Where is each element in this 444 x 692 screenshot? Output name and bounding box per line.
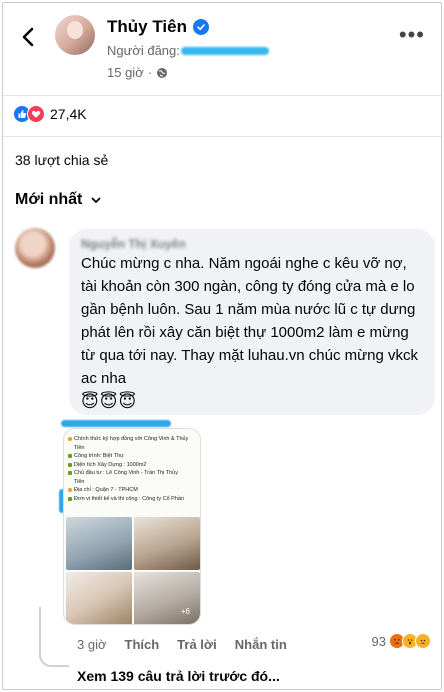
poster-label: Người đăng: — [107, 43, 180, 58]
image-announcement: Chính thức ký hợp đồng với Công Vinh & T… — [64, 429, 200, 517]
author-name[interactable]: Thủy Tiên — [107, 17, 187, 37]
photo-tile — [134, 517, 200, 570]
photo-tile — [66, 517, 132, 570]
comment-body: Chúc mừng c nha. Năm ngoái nghe c kêu vỡ… — [81, 255, 419, 387]
post-reactions[interactable]: 27,4K — [13, 105, 87, 123]
image-line: Chủ đầu tư : Lê Công Vinh - Trần Thị Thủ… — [74, 470, 178, 476]
reactions-divider — [3, 136, 441, 137]
comment-reactions[interactable]: 93 — [372, 633, 431, 649]
comment-text: Chúc mừng c nha. Năm ngoái nghe c kêu vỡ… — [81, 252, 423, 414]
post-meta: 15 giờ · — [107, 65, 168, 80]
image-line: Công trình: Biệt Thự — [74, 453, 124, 459]
reply-thread-line — [39, 607, 69, 667]
image-line: Chính thức ký hợp đồng với Công Vinh & T… — [74, 436, 189, 442]
reply-button[interactable]: Trả lời — [177, 637, 217, 652]
commenter-avatar[interactable] — [15, 228, 55, 268]
comment-sort-dropdown[interactable]: Mới nhất — [15, 191, 102, 209]
verified-badge-icon — [192, 19, 209, 35]
redacted-poster-name — [181, 47, 269, 55]
comment-emojis: 😇😇😇 — [81, 392, 138, 411]
comment-image[interactable]: Chính thức ký hợp đồng với Công Vinh & T… — [63, 428, 201, 625]
image-line: Diện tích Xây Dựng : 1000m2 — [74, 461, 147, 468]
comment-time[interactable]: 3 giờ — [77, 637, 107, 652]
message-button[interactable]: Nhắn tin — [235, 637, 287, 652]
reaction-count: 27,4K — [50, 106, 87, 122]
view-previous-replies-link[interactable]: Xem 139 câu trả lời trước đó... — [77, 668, 280, 684]
chevron-down-icon — [91, 197, 101, 203]
author-avatar[interactable] — [55, 15, 95, 55]
love-reaction-icon — [27, 105, 45, 123]
separator-dot: · — [147, 65, 153, 80]
image-line: Tiên — [74, 444, 85, 451]
post-screen: Thủy Tiên Người đăng: 15 giờ · ••• 27,4K… — [2, 2, 442, 690]
globe-icon — [157, 67, 168, 78]
image-line: Tiên — [74, 478, 85, 485]
blue-scribble-mark — [61, 420, 171, 427]
like-button[interactable]: Thích — [125, 637, 160, 652]
back-arrow-icon[interactable] — [17, 25, 41, 49]
comment-reaction-count: 93 — [371, 633, 386, 649]
author-name-row: Thủy Tiên — [107, 17, 209, 37]
image-line: Đơn vị thiết kế và thi công : Công ty Cổ… — [74, 495, 184, 502]
photo-tile — [66, 572, 132, 624]
image-line: Địa chỉ : Quận 7 - TPHCM — [74, 487, 138, 493]
sort-label: Mới nhất — [15, 191, 83, 208]
share-count[interactable]: 38 lượt chia sẻ — [15, 152, 108, 168]
photo-tile — [134, 572, 200, 624]
commenter-name[interactable]: Nguyễn Thị Xuyên — [81, 237, 423, 251]
header-divider — [3, 95, 441, 96]
comment-actions: 3 giờ Thích Trả lời Nhắn tin — [77, 637, 287, 652]
sad-reaction-icon — [415, 633, 431, 649]
more-photos-count: +6 — [180, 607, 190, 616]
comment-bubble: Nguyễn Thị Xuyên Chúc mừng c nha. Năm ng… — [69, 229, 435, 415]
post-time[interactable]: 15 giờ — [107, 65, 144, 80]
more-dots-icon[interactable]: ••• — [399, 24, 425, 46]
